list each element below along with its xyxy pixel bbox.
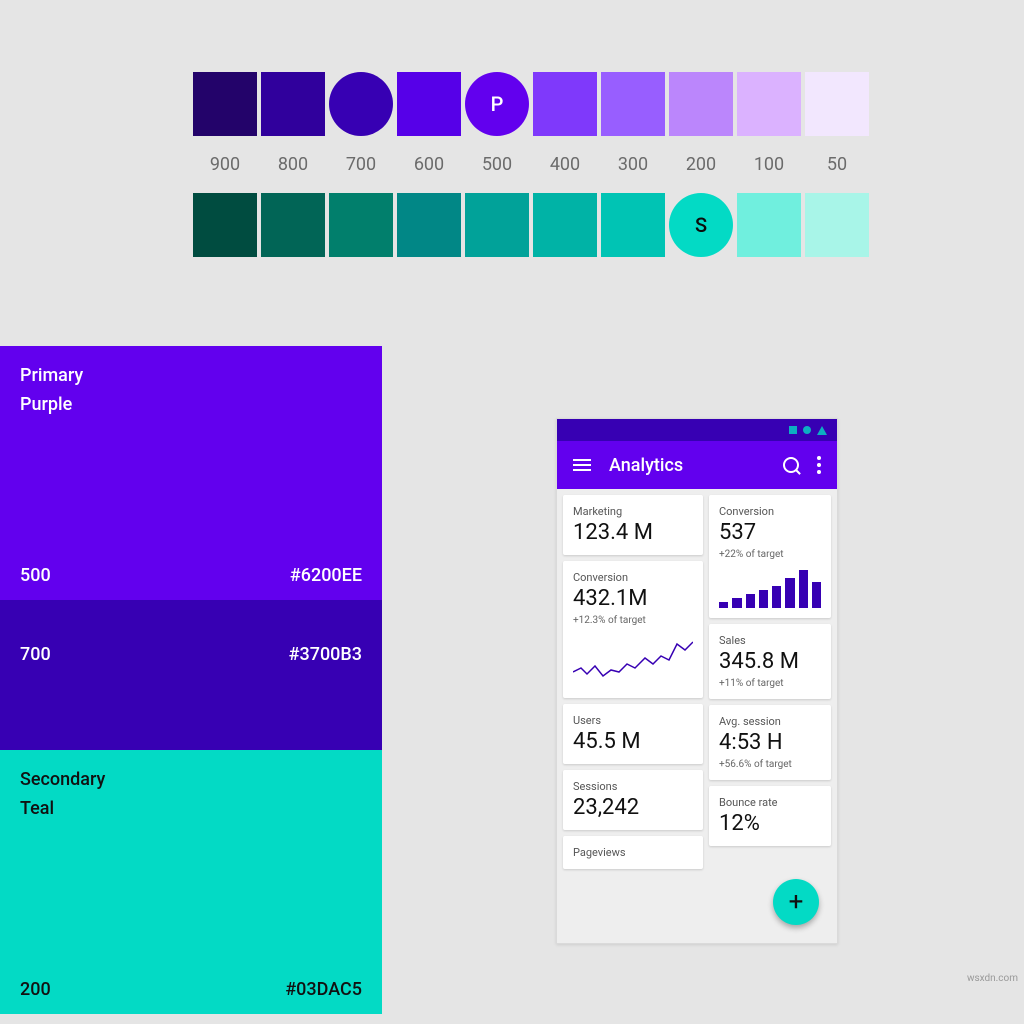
card-value: 45.5 M: [573, 729, 693, 754]
primary-shade: 500: [20, 565, 51, 586]
card-conversion[interactable]: Conversion 432.1M +12.3% of target: [563, 561, 703, 698]
teal-chip-50: [805, 193, 869, 257]
status-circle-icon: [803, 426, 811, 434]
app-title: Analytics: [609, 455, 765, 476]
purple-chip-900: [193, 72, 257, 136]
shade-label-300: 300: [601, 154, 665, 175]
shade-label-500: 500: [465, 154, 529, 175]
card-value: 123.4 M: [573, 520, 693, 545]
card-label: Users: [573, 714, 693, 727]
card-label: Sessions: [573, 780, 693, 793]
cards-col-right: Conversion 537 +22% of target Sales 345.8 M +…: [709, 495, 831, 937]
primary-label-1: Primary: [20, 362, 362, 391]
card-label: Bounce rate: [719, 796, 821, 809]
teal-chip-700: [329, 193, 393, 257]
card-label: Conversion: [719, 505, 821, 518]
app-bar: Analytics: [557, 441, 837, 489]
shade-label-200: 200: [669, 154, 733, 175]
purple-chip-700: [329, 72, 393, 136]
teal-chip-300: [601, 193, 665, 257]
purple-chip-200: [669, 72, 733, 136]
card-pageviews[interactable]: Pageviews: [563, 836, 703, 869]
primary-marker: P: [491, 92, 504, 116]
card-label: Conversion: [573, 571, 693, 584]
card-marketing[interactable]: Marketing 123.4 M: [563, 495, 703, 555]
cards-col-left: Marketing 123.4 M Conversion 432.1M +12.3% o…: [563, 495, 703, 937]
teal-chip-900: [193, 193, 257, 257]
teal-chip-600: [397, 193, 461, 257]
shade-label-400: 400: [533, 154, 597, 175]
phone-mock: Analytics Marketing 123.4 M Conversion 432.…: [556, 418, 838, 944]
shade-label-100: 100: [737, 154, 801, 175]
teal-chip-800: [261, 193, 325, 257]
secondary-hex: #03DAC5: [285, 979, 362, 1000]
purple-shade-row: P: [193, 72, 869, 136]
card-value: 4:53 H: [719, 730, 821, 755]
shade-labels: 90080070060050040030020010050: [193, 154, 869, 175]
shade-label-900: 900: [193, 154, 257, 175]
secondary-marker: S: [695, 213, 707, 237]
card-subtext: +22% of target: [719, 549, 821, 560]
teal-chip-400: [533, 193, 597, 257]
card-sales[interactable]: Sales 345.8 M +11% of target: [709, 624, 831, 699]
secondary-label-2: Teal: [20, 795, 362, 824]
card-value: 345.8 M: [719, 649, 821, 674]
shade-label-800: 800: [261, 154, 325, 175]
fab-button[interactable]: +: [773, 879, 819, 925]
watermark: wsxdn.com: [967, 973, 1018, 984]
card-avg-session[interactable]: Avg. session 4:53 H +56.6% of target: [709, 705, 831, 780]
card-label: Sales: [719, 634, 821, 647]
status-triangle-icon: [817, 426, 827, 435]
plus-icon: +: [789, 887, 804, 917]
search-icon[interactable]: [783, 457, 799, 473]
card-bounce-rate[interactable]: Bounce rate 12%: [709, 786, 831, 846]
purple-chip-50: [805, 72, 869, 136]
shade-label-600: 600: [397, 154, 461, 175]
menu-icon[interactable]: [573, 459, 591, 471]
status-bar: [557, 419, 837, 441]
primary700-hex: #3700B3: [289, 644, 362, 665]
teal-chip-200: S: [669, 193, 733, 257]
status-square-icon: [789, 426, 797, 434]
purple-chip-100: [737, 72, 801, 136]
purple-chip-300: [601, 72, 665, 136]
primary700-shade: 700: [20, 644, 51, 665]
card-value: 12%: [719, 811, 821, 836]
secondary-label-1: Secondary: [20, 766, 362, 795]
more-icon[interactable]: [817, 456, 821, 474]
teal-chip-100: [737, 193, 801, 257]
sparkline: [573, 634, 693, 684]
shade-label-700: 700: [329, 154, 393, 175]
shade-label-50: 50: [805, 154, 869, 175]
teal-shade-row: S: [193, 193, 869, 257]
card-users[interactable]: Users 45.5 M: [563, 704, 703, 764]
primary-hex: #6200EE: [290, 565, 362, 586]
primary-dark-block: 700 #3700B3: [0, 600, 382, 750]
card-subtext: +12.3% of target: [573, 615, 693, 626]
card-value: 23,242: [573, 795, 693, 820]
card-subtext: +56.6% of target: [719, 759, 821, 770]
purple-chip-600: [397, 72, 461, 136]
card-value: 537: [719, 520, 821, 545]
secondary-shade: 200: [20, 979, 51, 1000]
card-conversion[interactable]: Conversion 537 +22% of target: [709, 495, 831, 618]
card-label: Avg. session: [719, 715, 821, 728]
cards-grid: Marketing 123.4 M Conversion 432.1M +12.3% o…: [557, 489, 837, 943]
card-subtext: +11% of target: [719, 678, 821, 689]
card-label: Pageviews: [573, 846, 693, 859]
secondary-color-block: Secondary Teal 200 #03DAC5: [0, 750, 382, 1014]
purple-chip-800: [261, 72, 325, 136]
purple-chip-500: P: [465, 72, 529, 136]
primary-label-2: Purple: [20, 391, 362, 420]
card-value: 432.1M: [573, 586, 693, 611]
color-definition-panel: Primary Purple 500 #6200EE 700 #3700B3 S…: [0, 346, 382, 1014]
palette-overview: P 90080070060050040030020010050 S: [193, 72, 869, 257]
teal-chip-500: [465, 193, 529, 257]
sparkbar: [719, 570, 821, 608]
primary-color-block: Primary Purple 500 #6200EE: [0, 346, 382, 600]
card-sessions[interactable]: Sessions 23,242: [563, 770, 703, 830]
purple-chip-400: [533, 72, 597, 136]
card-label: Marketing: [573, 505, 693, 518]
